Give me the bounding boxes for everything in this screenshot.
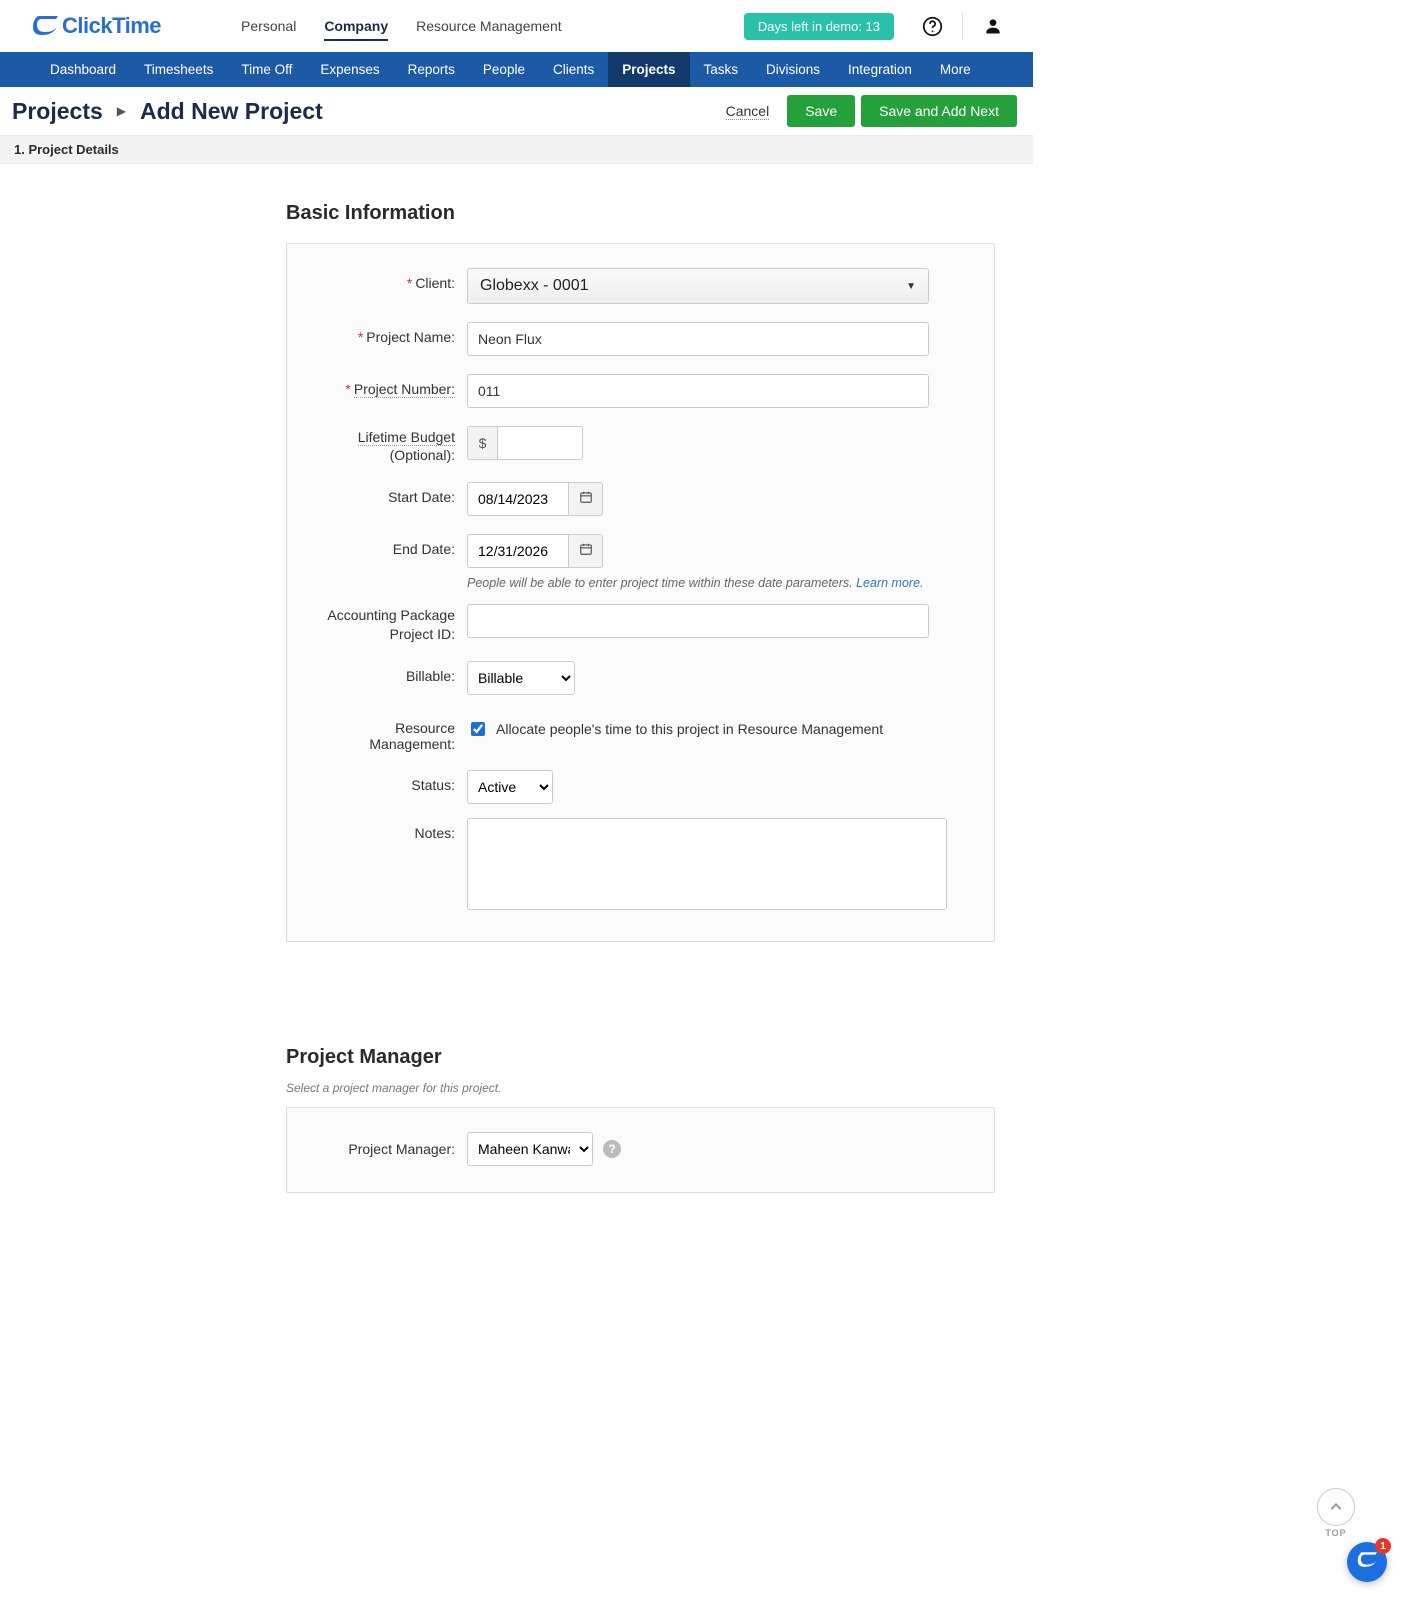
nav-more[interactable]: More — [926, 52, 985, 87]
basic-info-title: Basic Information — [286, 202, 995, 225]
pm-title: Project Manager — [286, 1046, 995, 1069]
nav-dashboard[interactable]: Dashboard — [36, 52, 130, 87]
lifetime-budget-label: Lifetime Budget (Optional): — [307, 426, 467, 464]
accounting-id-input[interactable] — [467, 604, 929, 638]
page-header: Projects ▶ Add New Project Cancel Save S… — [0, 87, 1033, 136]
resource-mgmt-label: Resource Management: — [307, 713, 467, 752]
start-date-label: Start Date: — [307, 482, 467, 505]
project-number-label: *Project Number: — [307, 374, 467, 397]
calendar-icon — [579, 490, 593, 509]
start-date-input[interactable] — [467, 482, 569, 516]
save-and-add-next-button[interactable]: Save and Add Next — [861, 95, 1017, 127]
end-date-label: End Date: — [307, 534, 467, 557]
learn-more-link[interactable]: Learn more. — [856, 576, 923, 590]
client-select[interactable]: Globexx - 0001 ▼ — [467, 268, 929, 304]
client-label: *Client: — [307, 268, 467, 291]
calendar-icon — [579, 542, 593, 561]
project-number-input[interactable] — [467, 374, 929, 408]
topnav-personal[interactable]: Personal — [241, 12, 296, 41]
top-bar: ClickTime Personal Company Resource Mana… — [0, 0, 1033, 52]
billable-select[interactable]: Billable — [467, 661, 575, 695]
breadcrumb-separator-icon: ▶ — [117, 104, 126, 118]
pm-panel: Project Manager: Maheen Kanwal ? — [286, 1107, 995, 1193]
status-label: Status: — [307, 770, 467, 793]
nav-integration[interactable]: Integration — [834, 52, 926, 87]
profile-icon[interactable] — [981, 14, 1005, 38]
pm-help-icon[interactable]: ? — [603, 1140, 621, 1158]
currency-prefix: $ — [467, 426, 497, 460]
nav-expenses[interactable]: Expenses — [306, 52, 393, 87]
brand-text: ClickTime — [62, 13, 161, 39]
nav-tasks[interactable]: Tasks — [690, 52, 753, 87]
end-date-input[interactable] — [467, 534, 569, 568]
main-nav: Dashboard Timesheets Time Off Expenses R… — [0, 52, 1033, 87]
nav-time-off[interactable]: Time Off — [227, 52, 306, 87]
step-bar: 1. Project Details — [0, 136, 1033, 164]
notes-label: Notes: — [307, 818, 467, 841]
basic-info-panel: *Client: Globexx - 0001 ▼ *Project Name:… — [286, 243, 995, 942]
nav-reports[interactable]: Reports — [394, 52, 469, 87]
chat-icon — [1357, 1551, 1377, 1574]
scroll-top-label: TOP — [1317, 1528, 1355, 1538]
chat-widget[interactable]: 1 — [1347, 1542, 1387, 1582]
content: Basic Information *Client: Globexx - 000… — [0, 164, 1033, 1273]
topbar-separator — [962, 12, 963, 40]
top-nav: Personal Company Resource Management — [241, 12, 562, 41]
client-select-value: Globexx - 0001 — [480, 277, 589, 295]
pm-subtext: Select a project manager for this projec… — [286, 1081, 995, 1095]
date-hint: People will be able to enter project tim… — [467, 576, 974, 590]
nav-people[interactable]: People — [469, 52, 539, 87]
caret-down-icon: ▼ — [906, 281, 916, 292]
nav-projects[interactable]: Projects — [608, 52, 689, 87]
chat-badge: 1 — [1375, 1538, 1391, 1554]
pm-select[interactable]: Maheen Kanwal — [467, 1132, 593, 1166]
cancel-link[interactable]: Cancel — [726, 103, 770, 120]
notes-textarea[interactable] — [467, 818, 947, 910]
lifetime-budget-input[interactable] — [497, 426, 583, 460]
project-name-input[interactable] — [467, 322, 929, 356]
brand-logo[interactable]: ClickTime — [32, 13, 161, 39]
start-date-picker-button[interactable] — [569, 482, 603, 516]
breadcrumb-leaf: Add New Project — [140, 98, 323, 125]
help-icon[interactable] — [920, 14, 944, 38]
nav-timesheets[interactable]: Timesheets — [130, 52, 227, 87]
breadcrumb-root[interactable]: Projects — [12, 98, 103, 125]
topnav-resource-management[interactable]: Resource Management — [416, 12, 562, 41]
project-name-label: *Project Name: — [307, 322, 467, 345]
save-button[interactable]: Save — [787, 95, 855, 127]
pm-label: Project Manager: — [307, 1141, 467, 1157]
status-select[interactable]: Active — [467, 770, 553, 804]
brand-logo-icon — [32, 15, 58, 37]
resource-mgmt-checkbox[interactable] — [471, 722, 485, 736]
nav-divisions[interactable]: Divisions — [752, 52, 834, 87]
demo-days-badge[interactable]: Days left in demo: 13 — [744, 13, 894, 40]
topnav-company[interactable]: Company — [324, 12, 388, 41]
resource-mgmt-checkbox-label: Allocate people's time to this project i… — [496, 721, 883, 737]
nav-clients[interactable]: Clients — [539, 52, 608, 87]
end-date-picker-button[interactable] — [569, 534, 603, 568]
scroll-to-top[interactable]: TOP — [1317, 1488, 1355, 1538]
accounting-id-label: Accounting Package Project ID: — [307, 604, 467, 642]
billable-label: Billable: — [307, 661, 467, 684]
chevron-up-icon — [1317, 1488, 1355, 1526]
